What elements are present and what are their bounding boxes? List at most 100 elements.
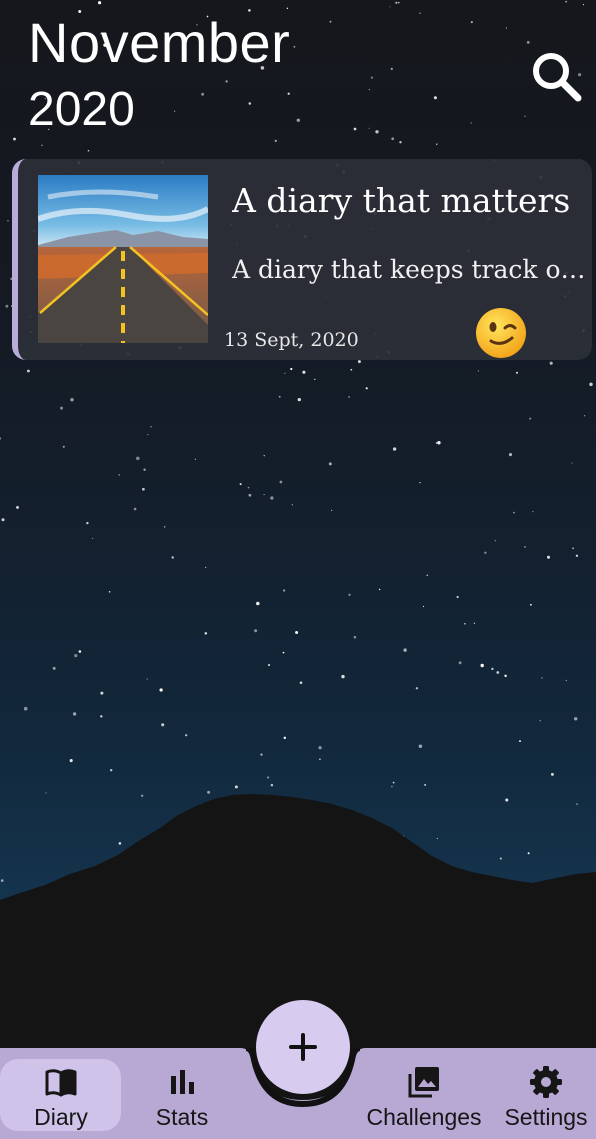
- star: [256, 601, 260, 606]
- star: [499, 857, 502, 860]
- star: [390, 67, 393, 71]
- star: [392, 447, 397, 451]
- star: [260, 753, 263, 756]
- nav-item-challenges[interactable]: Challenges: [362, 1048, 486, 1139]
- star: [456, 595, 459, 599]
- entry-title: A diary that matters: [232, 181, 571, 220]
- photo-library-icon: [408, 1067, 439, 1098]
- star: [173, 110, 176, 112]
- star: [378, 588, 381, 591]
- star: [419, 12, 421, 14]
- star: [136, 456, 140, 461]
- star: [395, 1, 398, 4]
- star: [69, 759, 73, 763]
- nav-item-settings[interactable]: Settings: [498, 1048, 594, 1139]
- entry-thumbnail-image: [38, 175, 208, 343]
- star: [572, 547, 575, 550]
- star: [270, 496, 274, 500]
- star: [516, 371, 518, 374]
- star: [415, 687, 419, 690]
- star: [86, 521, 89, 525]
- star: [424, 783, 427, 786]
- star: [284, 372, 286, 374]
- star: [398, 1, 400, 4]
- month-title: November: [28, 11, 291, 74]
- star: [270, 783, 274, 787]
- star: [225, 80, 228, 83]
- star: [247, 486, 250, 489]
- star: [477, 370, 480, 372]
- star: [274, 139, 277, 143]
- star: [546, 555, 551, 559]
- star: [541, 677, 543, 679]
- star: [23, 706, 28, 711]
- star: [491, 667, 494, 671]
- star: [100, 715, 103, 718]
- star: [248, 493, 252, 497]
- star: [573, 717, 578, 721]
- year-title: 2020: [28, 83, 135, 136]
- star: [143, 468, 146, 471]
- nav-item-diary[interactable]: Diary: [0, 1048, 122, 1139]
- star: [391, 137, 395, 141]
- star: [576, 803, 578, 805]
- search-button[interactable]: [526, 46, 586, 106]
- star: [297, 397, 301, 402]
- star: [234, 785, 238, 789]
- star: [5, 304, 9, 308]
- star: [550, 772, 554, 776]
- star: [527, 852, 530, 855]
- star: [201, 92, 204, 96]
- star: [575, 554, 579, 557]
- star: [436, 143, 438, 145]
- star: [13, 137, 16, 141]
- star: [98, 1, 102, 5]
- star: [74, 653, 78, 658]
- star: [403, 648, 407, 652]
- star: [532, 510, 534, 513]
- star: [91, 537, 94, 540]
- star: [524, 546, 526, 548]
- star: [480, 663, 484, 668]
- star: [549, 361, 553, 365]
- star: [282, 589, 286, 592]
- star: [368, 127, 370, 129]
- star: [283, 736, 287, 740]
- star: [7, 220, 9, 222]
- star: [133, 507, 137, 511]
- star: [328, 462, 332, 466]
- star: [268, 664, 270, 666]
- star: [470, 122, 472, 124]
- star: [62, 445, 65, 448]
- entry-date: 13 Sept, 2020: [224, 329, 359, 351]
- star: [399, 140, 402, 144]
- search-icon: [533, 53, 582, 102]
- star: [504, 674, 507, 678]
- star: [529, 603, 532, 606]
- star: [16, 505, 19, 509]
- star: [282, 651, 285, 654]
- star: [539, 720, 541, 722]
- star: [330, 509, 333, 512]
- star: [529, 417, 532, 420]
- nav-item-stats[interactable]: Stats: [140, 1048, 224, 1139]
- star: [159, 688, 163, 692]
- star: [419, 481, 421, 484]
- star: [290, 367, 293, 371]
- star: [286, 7, 289, 10]
- star: [314, 378, 316, 381]
- diary-entry-card[interactable]: A diary that matters A diary that keeps …: [12, 159, 592, 360]
- add-entry-button[interactable]: [256, 1000, 350, 1094]
- nav-item-label: Diary: [34, 1104, 88, 1130]
- star: [318, 746, 322, 750]
- star: [513, 511, 515, 514]
- star: [161, 723, 165, 727]
- star: [508, 453, 513, 457]
- star: [392, 781, 395, 784]
- star: [365, 387, 368, 390]
- star: [0, 437, 2, 440]
- star: [350, 368, 353, 371]
- star: [464, 622, 466, 625]
- star: [437, 441, 441, 445]
- star: [422, 605, 425, 608]
